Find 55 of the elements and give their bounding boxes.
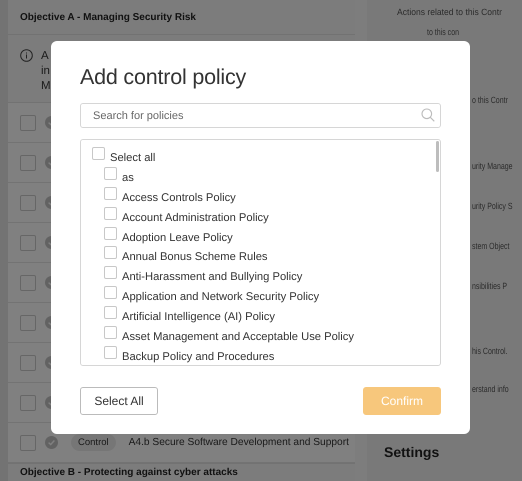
side-text: o this Contr [472,94,508,106]
checkbox[interactable] [104,206,117,220]
policy-label[interactable]: Adoption Leave Policy [122,226,233,245]
check-circle-icon [45,436,58,449]
checkbox[interactable] [20,434,36,450]
policy-label[interactable]: Asset Management and Acceptable Use Policy [122,326,354,344]
checkbox[interactable] [104,346,117,359]
scrollbar[interactable] [436,141,439,172]
policy-label[interactable]: Anti-Harassment and Bullying Policy [122,266,302,284]
checkbox[interactable] [104,266,117,280]
checkbox[interactable] [20,154,36,170]
policy-label[interactable]: Artificial Intelligence (AI) Policy [122,306,275,324]
checkbox[interactable] [20,234,36,250]
checkbox[interactable] [20,394,36,410]
side-text: nsibilities P [472,280,508,292]
info-text: M [41,79,51,94]
checkbox[interactable] [20,194,36,210]
policy-label[interactable]: Annual Bonus Scheme Rules [122,246,268,264]
side-text: stem Object [472,240,510,252]
search-field[interactable]: Search for policies [80,103,441,128]
checkbox[interactable] [92,147,105,160]
control-tag: Control [71,434,116,451]
side-text: Actions related to this Contr [397,6,502,18]
policy-label[interactable]: Application and Network Security Policy [122,286,320,304]
checkbox[interactable] [104,286,117,300]
checkbox[interactable] [20,274,36,290]
policy-label[interactable]: as [122,166,134,185]
checkbox[interactable] [104,186,117,200]
checkbox[interactable] [20,354,36,370]
checkbox[interactable] [104,226,117,240]
policy-label[interactable]: Access Controls Policy [122,186,236,205]
policy-label[interactable]: Select all [110,147,156,165]
search-icon [421,108,435,122]
checkbox[interactable] [104,166,117,180]
side-text: urity Policy S [472,200,513,212]
objective-heading: Objective B - Protecting against cyber attacks [20,467,238,478]
side-text: his Control. [472,345,508,357]
objective-heading: Objective A - Managing Security Risk [20,12,196,22]
control-title[interactable]: A4.b Secure Software Development and Support [128,437,349,448]
info-text: A [41,49,50,64]
side-text: to this con [427,26,459,38]
side-text: erstand info [472,383,509,395]
checkbox[interactable] [104,326,117,340]
checkbox[interactable] [20,114,36,130]
checkbox[interactable] [104,246,117,260]
select-all-button[interactable]: Select All [80,387,158,415]
info-icon [20,49,33,62]
settings-heading: Settings [384,444,440,460]
info-text: in [41,64,51,79]
dialog-title: Add control policy [80,65,248,91]
checkbox[interactable] [104,306,117,320]
policy-label[interactable]: Account Administration Policy [122,206,269,225]
checkbox[interactable] [20,314,36,330]
policy-label[interactable]: Backup Policy and Procedures [122,346,274,364]
side-text: urity Manage [472,160,513,172]
